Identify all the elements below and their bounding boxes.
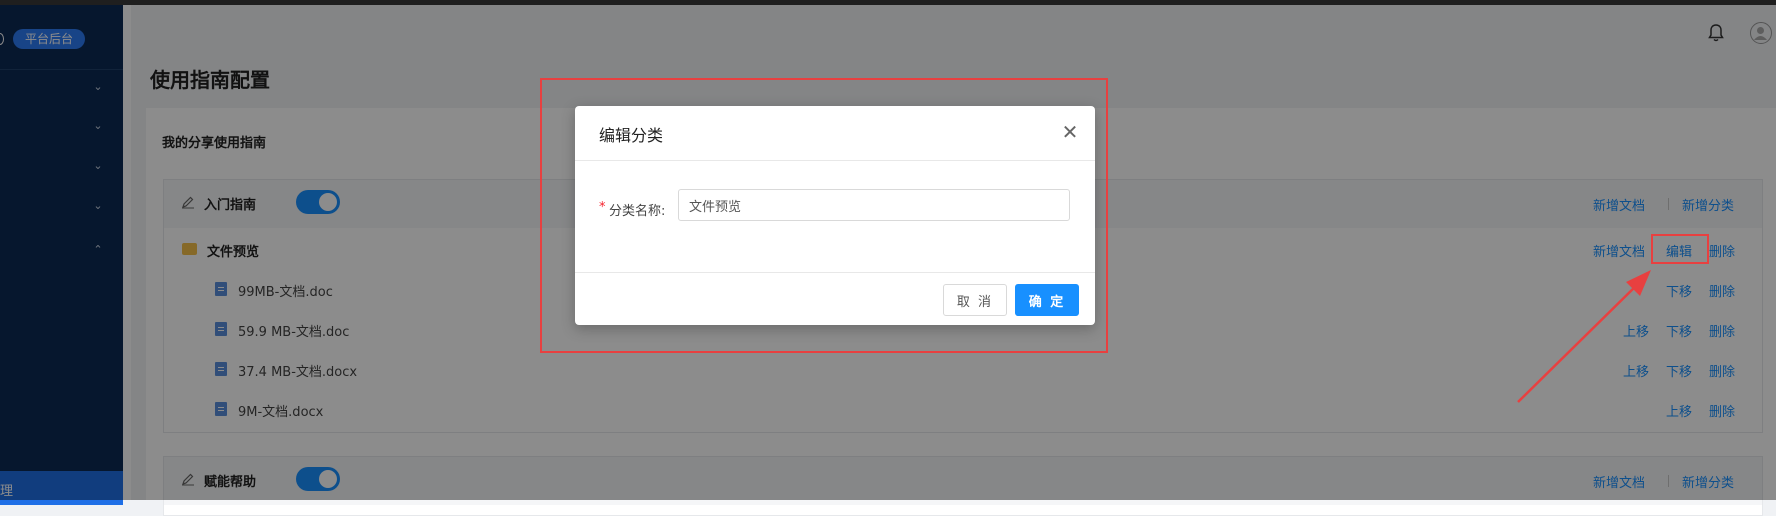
annotation-box-edit [1651,234,1709,264]
annotation-box-dialog [540,78,1108,353]
